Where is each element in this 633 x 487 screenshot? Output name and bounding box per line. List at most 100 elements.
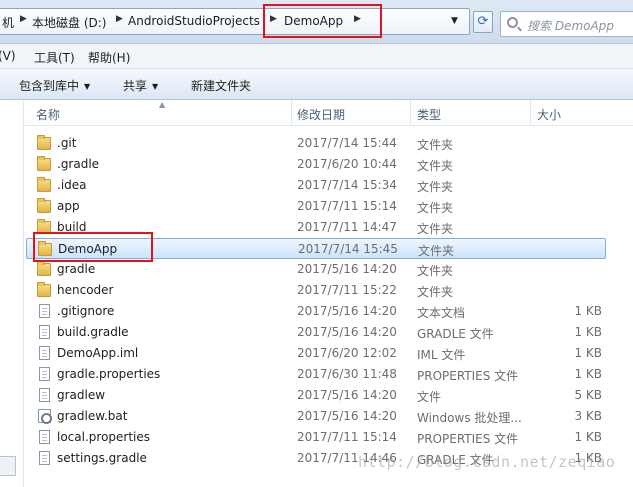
file-date: 2017/7/11 15:14: [297, 430, 397, 444]
menu-bar: (V) 工具(T) 帮助(H): [0, 44, 633, 69]
file-name: gradlew: [57, 388, 106, 402]
file-type: PROPERTIES 文件: [417, 432, 519, 446]
breadcrumb-computer[interactable]: 机: [2, 14, 14, 31]
file-name: gradle: [57, 262, 96, 276]
column-divider[interactable]: [291, 100, 292, 126]
file-row[interactable]: gradle 2017/5/16 14:20 文件夹: [26, 259, 606, 280]
include-in-library-label: 包含到库中: [19, 79, 80, 93]
new-folder-button[interactable]: 新建文件夹: [191, 77, 251, 94]
folder-icon: [37, 135, 51, 150]
refresh-button[interactable]: ⟳: [473, 11, 493, 33]
file-name: gradle.properties: [57, 367, 161, 381]
file-row[interactable]: gradlew 2017/5/16 14:20 文件 5 KB: [26, 385, 606, 406]
file-row[interactable]: local.properties 2017/7/11 15:14 PROPERTIE…: [26, 427, 606, 448]
refresh-icon: ⟳: [477, 14, 489, 29]
navigation-pane[interactable]: [0, 100, 24, 487]
search-input[interactable]: 搜索 DemoApp: [500, 11, 633, 37]
file-size: 1 KB: [574, 367, 602, 381]
file-row[interactable]: .idea 2017/7/14 15:34 文件夹: [26, 175, 606, 196]
share-label: 共享: [123, 79, 148, 93]
share-button[interactable]: 共享 ▼: [123, 77, 158, 94]
file-type: 文件夹: [417, 201, 454, 215]
search-placeholder: 搜索 DemoApp: [527, 19, 614, 33]
file-size: 1 KB: [574, 325, 602, 339]
file-date: 2017/7/14 15:44: [297, 136, 397, 150]
file-name: hencoder: [57, 283, 114, 297]
column-size[interactable]: 大小: [537, 106, 561, 123]
file-icon: [39, 388, 50, 402]
file-row[interactable]: gradle.properties 2017/6/30 11:48 PROPERTI…: [26, 364, 606, 385]
file-date: 2017/6/30 11:48: [297, 367, 397, 381]
menu-help[interactable]: 帮助(H): [88, 49, 130, 66]
folder-icon: [37, 282, 51, 297]
file-name: .idea: [57, 178, 87, 192]
file-type: PROPERTIES 文件: [417, 369, 519, 383]
file-row[interactable]: gradlew.bat 2017/5/16 14:20 Windows 批处理...…: [26, 406, 606, 427]
file-date: 2017/7/11 15:22: [297, 283, 397, 297]
menu-tools[interactable]: 工具(T): [34, 49, 75, 66]
file-icon: [39, 367, 50, 381]
file-type: 文件夹: [418, 244, 455, 258]
chevron-down-icon: ▼: [152, 82, 159, 91]
file-date: 2017/6/20 12:02: [297, 346, 397, 360]
file-row[interactable]: app 2017/7/11 15:14 文件夹: [26, 196, 606, 217]
search-icon: [507, 17, 518, 28]
file-size: 1 KB: [574, 430, 602, 444]
address-bar[interactable]: 机 ▶ 本地磁盘 (D:) ▶ AndroidStudioProjects ▶ …: [0, 8, 470, 35]
watermark: http://blog.csdn.net/zeqiao: [358, 453, 616, 471]
file-size: 1 KB: [574, 346, 602, 360]
file-row[interactable]: hencoder 2017/7/11 15:22 文件夹: [26, 280, 606, 301]
column-divider[interactable]: [410, 100, 411, 126]
file-type: IML 文件: [417, 348, 466, 362]
file-type: 文件夹: [417, 285, 454, 299]
batch-file-icon: [38, 409, 52, 424]
file-row[interactable]: build.gradle 2017/5/16 14:20 GRADLE 文件 1 KB: [26, 322, 606, 343]
sort-ascending-icon: ▲: [159, 100, 166, 109]
file-name: app: [57, 199, 80, 213]
folder-icon: [37, 198, 51, 213]
file-name: .gradle: [57, 157, 100, 171]
breadcrumb-separator-icon[interactable]: ▶: [20, 14, 27, 24]
breadcrumb-separator-icon[interactable]: ▶: [116, 14, 123, 24]
column-date[interactable]: 修改日期: [297, 106, 345, 123]
file-type: 文件夹: [417, 222, 454, 236]
navigation-pane-button[interactable]: [0, 456, 16, 476]
breadcrumb-drive[interactable]: 本地磁盘 (D:): [32, 14, 106, 31]
file-date: 2017/5/16 14:20: [297, 388, 397, 402]
menu-view[interactable]: (V): [0, 49, 16, 63]
folder-icon: [37, 261, 51, 276]
breadcrumb-projects[interactable]: AndroidStudioProjects: [128, 14, 260, 28]
file-type: 文件: [417, 390, 442, 404]
file-name: .gitignore: [57, 304, 115, 318]
file-type: Windows 批处理...: [417, 411, 522, 425]
file-name: local.properties: [57, 430, 151, 444]
folder-icon: [37, 156, 51, 171]
file-name: gradlew.bat: [57, 409, 128, 423]
file-date: 2017/5/16 14:20: [297, 262, 397, 276]
folder-icon: [37, 177, 51, 192]
command-bar: 包含到库中 ▼ 共享 ▼ 新建文件夹: [0, 69, 633, 100]
column-type[interactable]: 类型: [417, 106, 441, 123]
address-dropdown-icon[interactable]: ▼: [451, 16, 458, 26]
file-type: GRADLE 文件: [417, 327, 494, 341]
file-date: 2017/7/14 15:45: [298, 242, 398, 256]
text-file-icon: [39, 304, 50, 318]
column-name[interactable]: 名称: [36, 106, 60, 123]
file-row[interactable]: .git 2017/7/14 15:44 文件夹: [26, 133, 606, 154]
file-type: 文件夹: [417, 264, 454, 278]
include-in-library-button[interactable]: 包含到库中 ▼: [19, 77, 90, 94]
file-row[interactable]: DemoApp.iml 2017/6/20 12:02 IML 文件 1 KB: [26, 343, 606, 364]
highlight-box: [33, 232, 153, 262]
file-icon: [39, 430, 50, 444]
file-date: 2017/5/16 14:20: [297, 325, 397, 339]
file-row[interactable]: .gitignore 2017/5/16 14:20 文本文档 1 KB: [26, 301, 606, 322]
file-row[interactable]: .gradle 2017/6/20 10:44 文件夹: [26, 154, 606, 175]
file-type: 文件夹: [417, 180, 454, 194]
file-size: 3 KB: [574, 409, 602, 423]
chevron-down-icon: ▼: [84, 82, 91, 91]
file-date: 2017/5/16 14:20: [297, 304, 397, 318]
highlight-box: [263, 4, 382, 38]
file-name: build.gradle: [57, 325, 129, 339]
column-divider[interactable]: [530, 100, 531, 126]
file-date: 2017/6/20 10:44: [297, 157, 397, 171]
